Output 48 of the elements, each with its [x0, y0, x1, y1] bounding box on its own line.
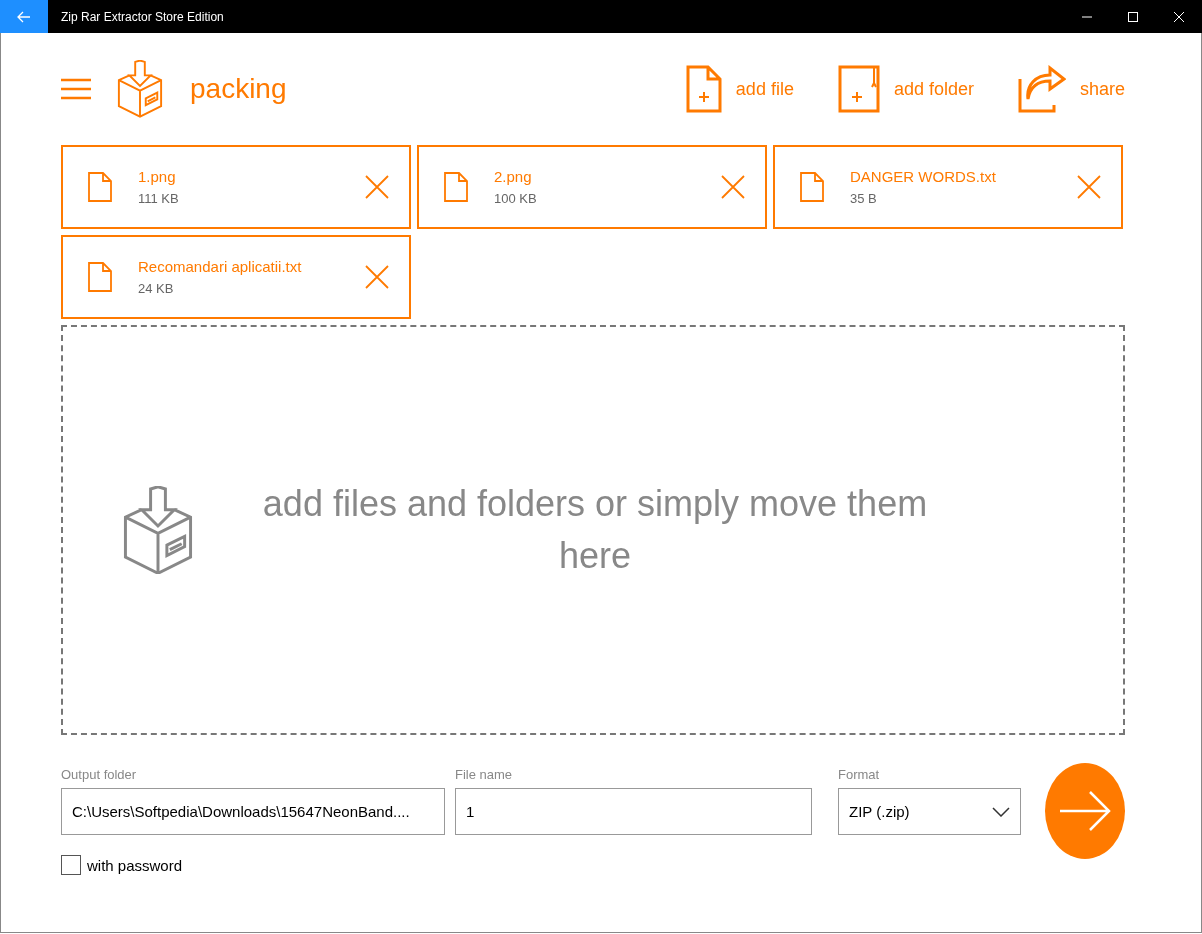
- remove-button[interactable]: [365, 175, 389, 199]
- folder-add-icon: [837, 65, 880, 113]
- window-title: Zip Rar Extractor Store Edition: [61, 9, 225, 24]
- file-icon: [88, 172, 112, 202]
- file-icon: [444, 172, 468, 202]
- remove-button[interactable]: [1077, 175, 1101, 199]
- drop-zone[interactable]: add files and folders or simply move them here: [61, 325, 1125, 735]
- file-icon: [88, 262, 112, 292]
- file-name: 1.png: [138, 168, 177, 185]
- file-name: 2.png: [494, 168, 533, 185]
- format-dropdown[interactable]: ZIP (.zip): [838, 788, 1021, 835]
- page-title: packing: [190, 73, 288, 105]
- share-icon: [1017, 65, 1066, 113]
- box-icon: [121, 485, 195, 575]
- remove-button[interactable]: [721, 175, 745, 199]
- checkbox-label: with password: [87, 856, 183, 874]
- share-action-button[interactable]: share: [1017, 65, 1125, 113]
- output-folder-field[interactable]: C:\Users\Softpedia\Downloads\15647NeonBand....: [61, 788, 445, 835]
- arrow-right-icon: [1058, 790, 1112, 832]
- file-size: 100 KB: [494, 191, 538, 206]
- file-name: Recomandari aplicatii.txt: [138, 258, 303, 275]
- file-size: 35 B: [850, 191, 878, 206]
- close-icon: [365, 175, 389, 199]
- close-icon: [365, 265, 389, 289]
- maximize-icon: [1128, 11, 1138, 22]
- close-icon: [1077, 175, 1101, 199]
- remove-button[interactable]: [365, 265, 389, 289]
- box-icon: [116, 60, 164, 118]
- file-name-field[interactable]: 1: [455, 788, 812, 835]
- field-label: Output folder: [61, 767, 138, 782]
- file-add-icon: [685, 65, 722, 113]
- file-size: 111 KB: [138, 191, 180, 206]
- menu-button[interactable]: [61, 78, 91, 100]
- chevron-icon: [992, 806, 1010, 817]
- close-icon: [1174, 11, 1184, 22]
- folder-action-button[interactable]: add folder: [837, 65, 974, 113]
- file-action-button[interactable]: add file: [685, 65, 794, 113]
- field-label: File name: [455, 767, 514, 782]
- drop-hint: add files and folders or simply move them here: [261, 482, 929, 578]
- file-name: DANGER WORDS.txt: [850, 168, 997, 185]
- field-label: Format: [838, 767, 881, 782]
- password-checkbox[interactable]: [61, 855, 81, 875]
- back-icon: [17, 10, 31, 23]
- menu-icon: [61, 78, 91, 100]
- close-icon: [721, 175, 745, 199]
- file-size: 24 KB: [138, 281, 175, 296]
- file-icon: [800, 172, 824, 202]
- back-button[interactable]: [0, 0, 48, 33]
